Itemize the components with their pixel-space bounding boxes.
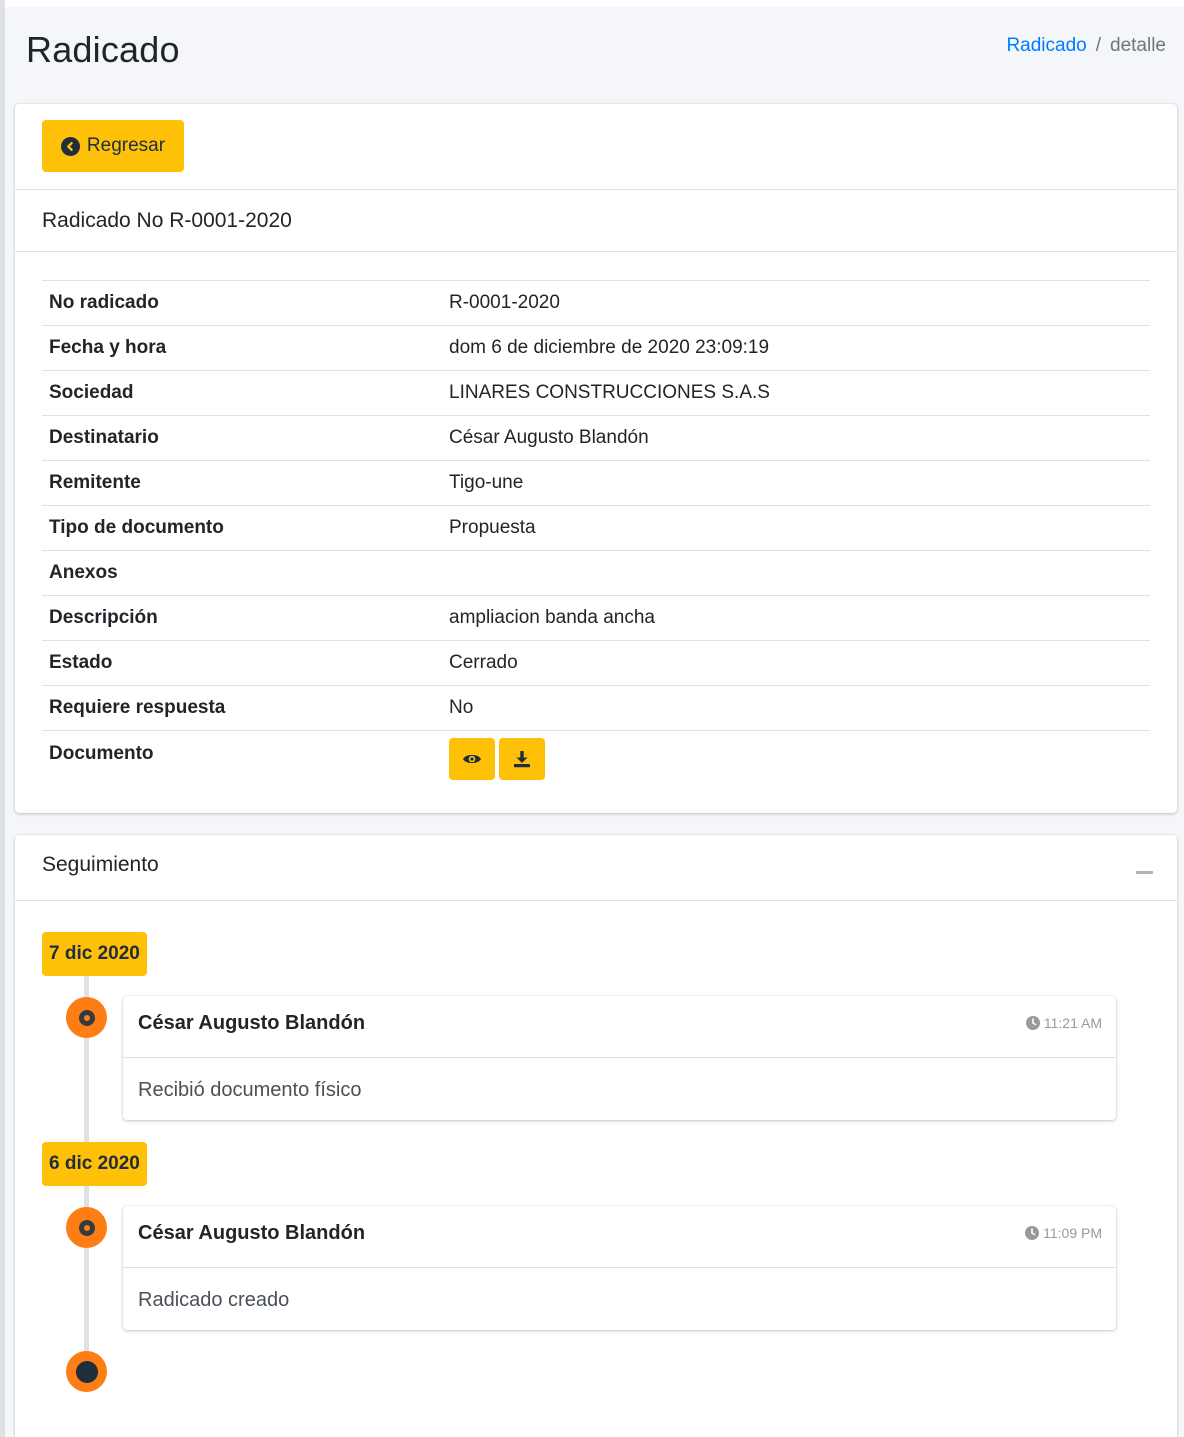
timeline-date-label: 6 dic 2020 xyxy=(42,1142,147,1186)
table-row: Anexos xyxy=(42,550,1150,596)
window-top-edge xyxy=(0,0,1184,7)
card-divider xyxy=(15,189,1177,190)
view-document-button[interactable] xyxy=(449,738,495,780)
table-row-documento: Documento xyxy=(42,730,1150,780)
row-label: Sociedad xyxy=(49,382,134,403)
clock-icon xyxy=(1025,1016,1040,1030)
table-row: Sociedad LINARES CONSTRUCCIONES S.A.S xyxy=(42,370,1150,416)
timeline-dot-icon xyxy=(66,1207,107,1248)
table-row: Requiere respuesta No xyxy=(42,685,1150,731)
table-row: Descripción ampliacion banda ancha xyxy=(42,595,1150,641)
table-row: Estado Cerrado xyxy=(42,640,1150,686)
timeline-item: César Augusto Blandón 11:09 PM Radicado … xyxy=(123,1206,1116,1330)
timeline-item-header: César Augusto Blandón 11:09 PM xyxy=(123,1206,1116,1268)
collapse-minus-icon[interactable] xyxy=(1136,871,1153,874)
content-header: Radicado Radicado / detalle xyxy=(0,7,1184,97)
row-label: Destinatario xyxy=(49,427,159,448)
row-label: Tipo de documento xyxy=(49,517,224,538)
row-label: Requiere respuesta xyxy=(49,697,226,718)
row-label: Documento xyxy=(49,743,154,764)
table-row: Fecha y hora dom 6 de diciembre de 2020 2… xyxy=(42,325,1150,371)
row-label: Anexos xyxy=(49,562,118,583)
row-value xyxy=(442,551,1150,596)
timeline-item: César Augusto Blandón 11:21 AM Recibió d… xyxy=(123,996,1116,1120)
download-icon xyxy=(514,751,530,768)
row-value: Propuesta xyxy=(449,517,536,538)
table-row: Remitente Tigo-une xyxy=(42,460,1150,506)
table-row: No radicado R-0001-2020 xyxy=(42,280,1150,326)
row-value: Tigo-une xyxy=(449,472,524,493)
row-value: R-0001-2020 xyxy=(449,292,560,313)
row-label: Estado xyxy=(49,652,113,673)
row-value: dom 6 de diciembre de 2020 23:09:19 xyxy=(449,337,770,358)
timeline-item-time: 11:09 PM xyxy=(1025,1225,1102,1241)
row-value: César Augusto Blandón xyxy=(449,427,649,448)
sidebar-edge xyxy=(0,0,5,1437)
breadcrumb-current: detalle xyxy=(1110,35,1166,56)
row-label: No radicado xyxy=(49,292,159,313)
timeline-item-body: Recibió documento físico xyxy=(138,1079,362,1101)
detail-table: No radicado R-0001-2020 Fecha y hora dom 6 … xyxy=(42,280,1150,780)
clock-icon xyxy=(1025,1226,1040,1240)
eye-icon xyxy=(463,754,481,764)
breadcrumb-link-radicado[interactable]: Radicado xyxy=(1006,35,1086,56)
table-row: Tipo de documento Propuesta xyxy=(42,505,1150,551)
timeline-date-label: 7 dic 2020 xyxy=(42,932,147,976)
row-label: Remitente xyxy=(49,472,141,493)
timeline-item-author: César Augusto Blandón xyxy=(138,1012,366,1034)
timeline-item-time: 11:21 AM xyxy=(1025,1015,1102,1031)
breadcrumb: Radicado / detalle xyxy=(1006,35,1166,57)
timeline-item-body: Radicado creado xyxy=(138,1289,290,1311)
page-title: Radicado xyxy=(26,29,180,70)
row-value xyxy=(442,731,1150,780)
back-button-label: Regresar xyxy=(86,135,166,156)
table-row: Destinatario César Augusto Blandón xyxy=(42,415,1150,461)
row-label: Fecha y hora xyxy=(49,337,167,358)
breadcrumb-separator: / xyxy=(1095,35,1101,56)
timeline-item-author: César Augusto Blandón xyxy=(138,1222,366,1244)
back-button[interactable]: Regresar xyxy=(42,120,184,172)
card-divider xyxy=(15,251,1177,252)
timeline-end-icon xyxy=(66,1351,107,1392)
row-value: Cerrado xyxy=(449,652,518,673)
follow-up-card: Seguimiento 7 dic 2020 César Augusto Bla… xyxy=(15,835,1177,1437)
follow-up-title: Seguimiento xyxy=(42,853,159,876)
timeline-dot-icon xyxy=(66,997,107,1038)
row-label: Descripción xyxy=(49,607,158,628)
row-value: No xyxy=(449,697,474,718)
row-value: ampliacion banda ancha xyxy=(449,607,655,628)
detail-card: Regresar Radicado No R-0001-2020 No radi… xyxy=(15,104,1177,813)
card-divider xyxy=(15,900,1177,901)
radicado-subtitle: Radicado No R-0001-2020 xyxy=(42,209,292,232)
row-value: LINARES CONSTRUCCIONES S.A.S xyxy=(449,382,770,403)
arrow-circle-left-icon xyxy=(60,136,80,156)
timeline-item-header: César Augusto Blandón 11:21 AM xyxy=(123,996,1116,1058)
download-document-button[interactable] xyxy=(499,738,545,780)
